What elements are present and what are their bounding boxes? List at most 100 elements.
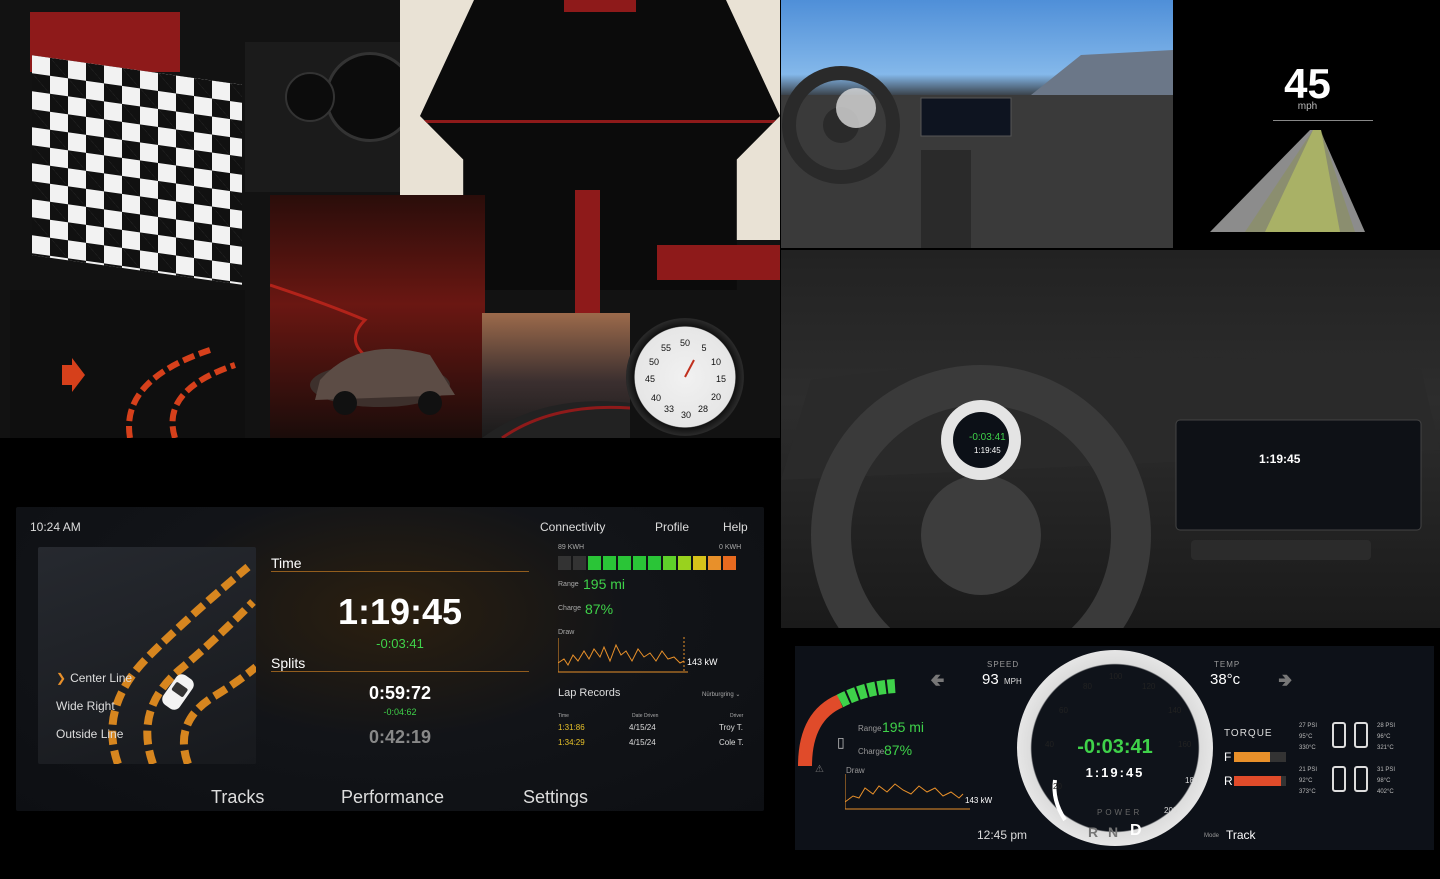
nav-connectivity[interactable]: Connectivity — [540, 520, 605, 534]
svg-text:50: 50 — [680, 338, 690, 348]
battery-left-label: 89 KWH — [558, 544, 585, 551]
records-col-date: Date Driven — [632, 713, 659, 719]
torque-front-label: F — [1224, 750, 1232, 764]
record-2-time: 1:34:29 — [558, 738, 585, 747]
tire-rl-icon — [1332, 766, 1346, 792]
range-value: 195 mi — [583, 576, 626, 592]
red-tape-vertical — [575, 190, 600, 315]
speed-label: SPEED — [987, 660, 1020, 669]
tire-fr-readout: 28 PSI 96°C 321°C — [1377, 723, 1396, 751]
hud-divider — [1273, 120, 1373, 121]
cluster-charge-label: Charge — [858, 747, 885, 756]
torque-label: TORQUE — [1224, 728, 1273, 739]
track-option-wide-right[interactable]: Wide Right — [56, 699, 115, 713]
gear-n: N — [1108, 824, 1119, 840]
record-1-driver: Troy T. — [719, 723, 744, 732]
lap-records-title: Lap Records — [558, 687, 621, 699]
lap-time: 1:19:45 — [337, 591, 463, 632]
gauge-lap: 1:19:45 — [1085, 765, 1145, 780]
speed-gauge: -0:03:41 1:19:45 POWER 20 40 60 80 100 1… — [1017, 650, 1213, 846]
gauge-tick-40: 40 — [1045, 740, 1054, 749]
record-2-date: 4/15/24 — [629, 738, 656, 747]
warning-icon: ⚠ — [815, 764, 824, 775]
svg-text:33: 33 — [664, 404, 674, 414]
draw-label: Draw — [558, 629, 575, 636]
battery-right-label: 0 KWH — [719, 544, 742, 551]
hud-speed-unit: mph — [1297, 101, 1318, 112]
cluster-draw-sparkline — [845, 774, 970, 810]
tire-fl-icon — [1332, 722, 1346, 748]
gauge-tick-180: 180 — [1185, 776, 1199, 785]
tire-rr-readout: 31 PSI 98°C 402°C — [1377, 767, 1396, 795]
cluster-charge-value: 87% — [884, 742, 913, 758]
nav-help[interactable]: Help — [723, 520, 748, 534]
temp-value: 38°c — [1210, 671, 1241, 688]
torque-front-bar — [1234, 752, 1286, 762]
dashboard-gauges-image — [245, 42, 420, 192]
time-divider — [271, 571, 529, 572]
hud-speed-panel: 45 mph — [1175, 0, 1440, 248]
mode-value[interactable]: Track — [1226, 828, 1256, 842]
splits-divider — [271, 671, 529, 672]
records-col-driver: Driver — [730, 713, 744, 719]
battery-bar — [558, 556, 736, 570]
svg-text:55: 55 — [661, 343, 671, 353]
gauge-tick-80: 80 — [1083, 682, 1092, 691]
record-2-driver: Cole T. — [719, 738, 744, 747]
svg-text:30: 30 — [681, 410, 691, 420]
sunset-car-image — [270, 195, 485, 438]
track-dropdown[interactable]: Nürburgring ⌄ — [702, 691, 740, 698]
cluster-range-label: Range — [858, 724, 882, 733]
cluster-draw-value: 143 kW — [965, 796, 993, 805]
records-col-time: Time — [558, 713, 569, 719]
draw-sparkline — [558, 637, 688, 673]
chevron-down-icon: ⌄ — [735, 692, 741, 698]
split-1-time: 0:59:72 — [368, 683, 432, 703]
svg-text:15: 15 — [716, 374, 726, 384]
svg-text:40: 40 — [651, 393, 661, 403]
svg-text:5: 5 — [701, 343, 706, 353]
red-tape-corner — [657, 245, 780, 280]
desert-road-image — [482, 313, 630, 438]
display-clock: 10:24 AM — [30, 520, 81, 534]
torque-rear-label: R — [1224, 774, 1233, 788]
tab-settings[interactable]: Settings — [523, 787, 588, 808]
car-icon — [162, 674, 194, 710]
cockpit-delta: -0:03:41 — [969, 432, 1006, 443]
nav-profile[interactable]: Profile — [655, 520, 689, 534]
gauge-tick-100: 100 — [1109, 672, 1123, 681]
gear-r: R — [1088, 824, 1099, 840]
cluster-range-value: 195 mi — [882, 719, 925, 735]
arrow-left-icon: 🢀 — [930, 670, 945, 690]
stopwatch-image: 50 5 10 15 20 55 50 45 40 33 30 28 — [626, 318, 744, 436]
record-1-date: 4/15/24 — [629, 723, 656, 732]
temp-label: TEMP — [1214, 660, 1241, 669]
tire-rl-readout: 21 PSI 92°C 373°C — [1299, 767, 1318, 795]
gauge-tick-160: 160 — [1178, 740, 1192, 749]
hud-road-graphic — [1210, 130, 1365, 232]
checkered-flag-image — [32, 55, 242, 285]
arrow-icon — [62, 358, 85, 392]
record-1-time: 1:31:86 — [558, 723, 585, 732]
time-heading: Time — [271, 555, 302, 571]
center-display: 10:24 AM Connectivity Profile Help ❯ Cent… — [16, 507, 764, 811]
split-1-delta: -0:04:62 — [383, 707, 417, 717]
tab-performance[interactable]: Performance — [341, 787, 444, 808]
split-2-time: 0:42:19 — [368, 727, 432, 747]
moodboard-collage: 50 5 10 15 20 55 50 45 40 33 30 28 — [0, 0, 780, 438]
gauge-tick-120: 120 — [1142, 682, 1156, 691]
arrow-right-icon: 🢂 — [1278, 670, 1293, 690]
tab-tracks[interactable]: Tracks — [211, 787, 264, 808]
gauge-tick-140: 140 — [1168, 706, 1182, 715]
svg-text:45: 45 — [645, 374, 655, 384]
tire-fr-icon — [1354, 722, 1368, 748]
interior-photo — [781, 0, 1173, 248]
svg-text:28: 28 — [698, 404, 708, 414]
chevron-right-icon: ❯ — [56, 671, 67, 685]
track-option-outside-line[interactable]: Outside Line — [56, 727, 123, 741]
tire-rr-icon — [1354, 766, 1368, 792]
track-option-center-line[interactable]: ❯ Center Line — [56, 671, 132, 685]
charge-label: Charge — [558, 605, 581, 612]
svg-text:50: 50 — [649, 357, 659, 367]
gauge-tick-200: 200 — [1164, 806, 1178, 815]
